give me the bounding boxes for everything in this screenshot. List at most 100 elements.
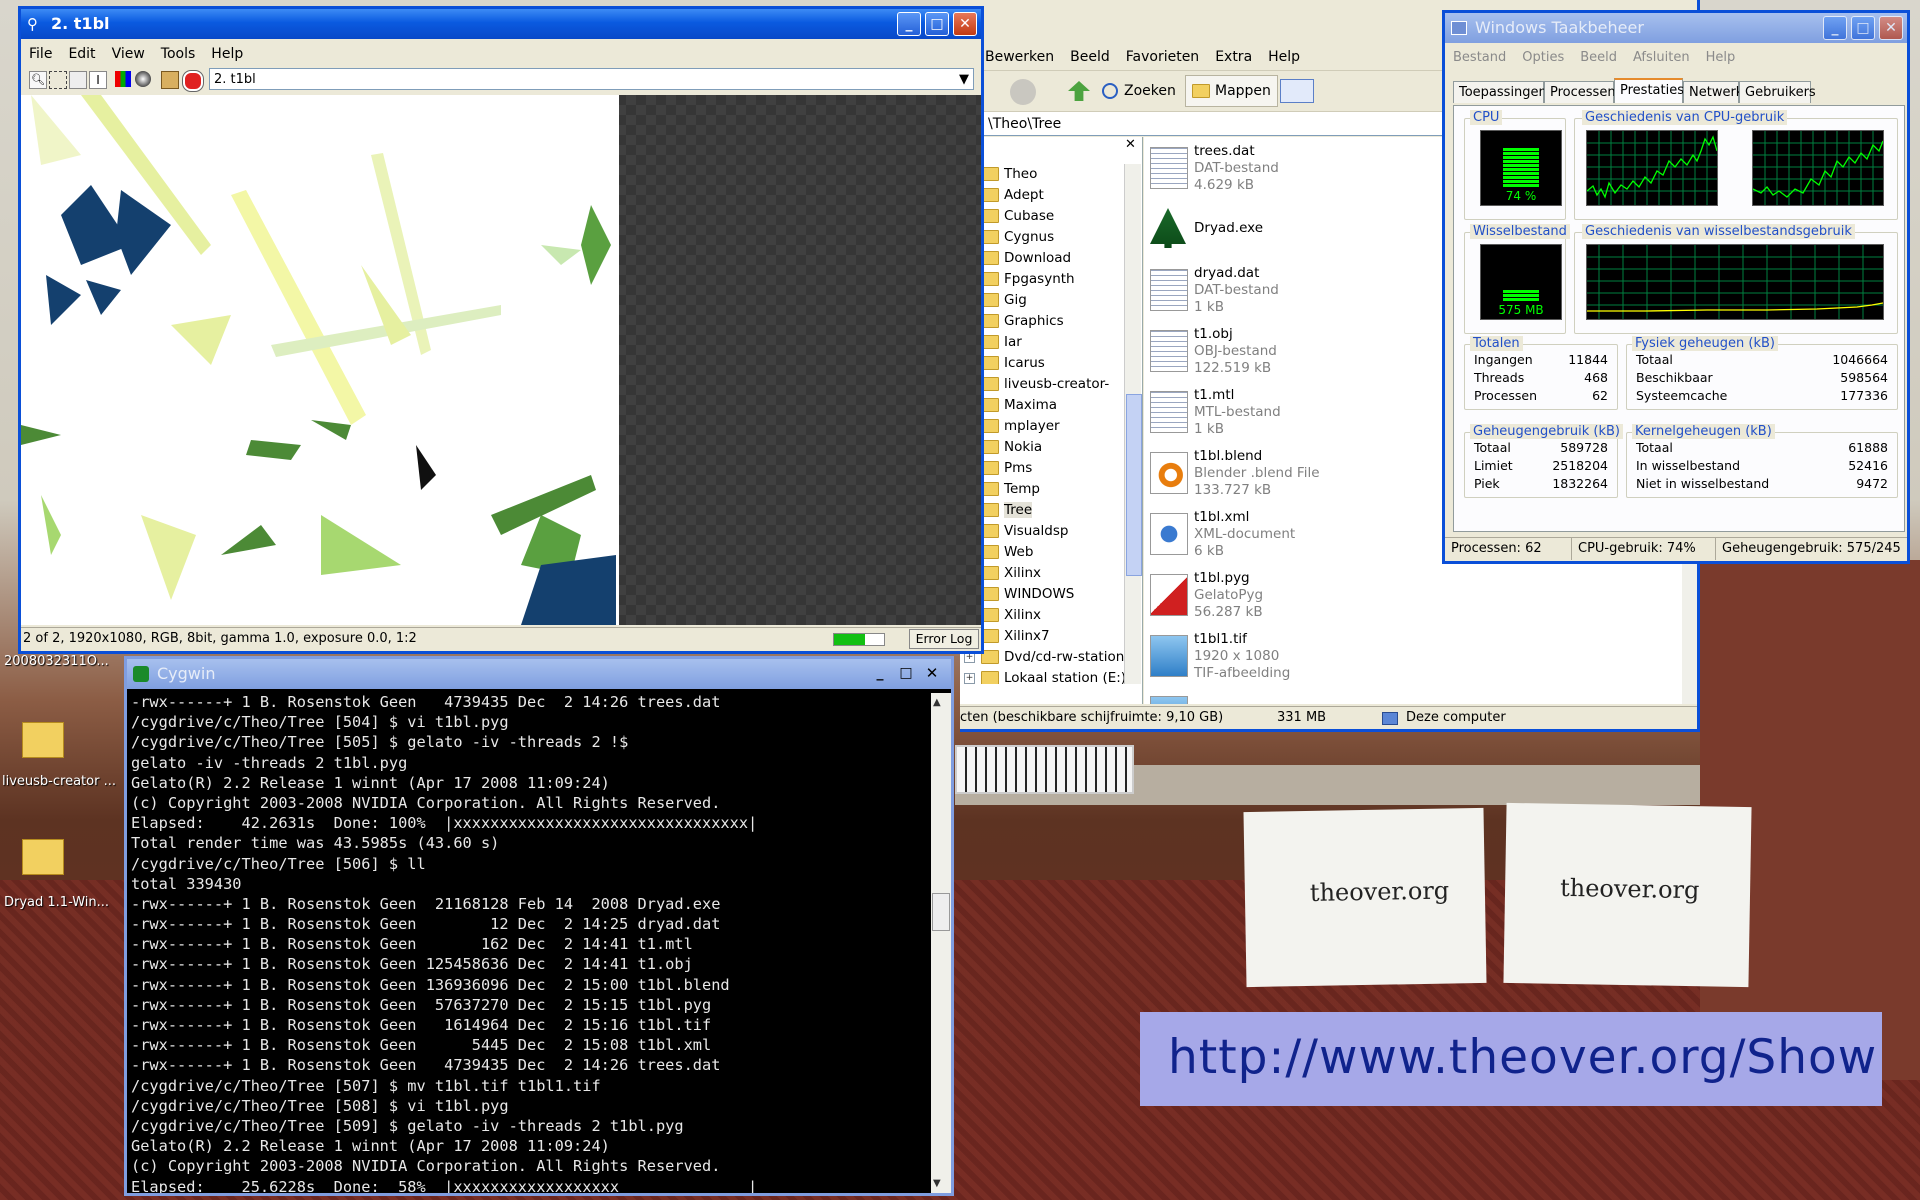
desktop-icon-label: liveusb-creator ...	[2, 774, 116, 789]
file-name: t1bl.blend	[1194, 448, 1263, 464]
search-button[interactable]: Zoeken	[1102, 77, 1176, 105]
maximize-button[interactable]: □	[925, 12, 949, 36]
file-list-item[interactable]: t1.mtl MTL-bestand 1 kB	[1144, 385, 1394, 437]
taskmgr-menu-bestand[interactable]: Bestand	[1445, 47, 1514, 69]
computer-icon	[1382, 712, 1398, 725]
viewer-menu-tools[interactable]: Tools	[153, 43, 204, 65]
maximize-button[interactable]: □	[895, 662, 917, 684]
folder-tree-scrollbar[interactable]	[1124, 164, 1142, 684]
file-list-item[interactable]: t1bl.tif	[1144, 690, 1394, 704]
maximize-button[interactable]: □	[1851, 16, 1875, 40]
zoom-tool-icon[interactable]: 🔍︎	[29, 71, 47, 89]
terminal-line: total 339430	[131, 874, 242, 893]
folder-tree-label: Fpgasynth	[1004, 271, 1075, 287]
explorer-menu-beeld[interactable]: Beeld	[1062, 46, 1118, 68]
stat-row: Niet in wisselbestand 9472	[1636, 476, 1888, 494]
error-log-button[interactable]: Error Log	[909, 629, 979, 649]
probe-tool-icon[interactable]: I	[89, 71, 107, 89]
folder-pane-close-icon[interactable]: ✕	[1125, 137, 1136, 152]
folder-tree-label: liveusb-creator-	[1004, 376, 1110, 392]
terminal-line: Elapsed: 25.6228s Done: 58% |xxxxxxxxxxx…	[131, 1177, 758, 1194]
cpu-meter: 74 %	[1480, 130, 1562, 206]
folder-tree-label: Download	[1004, 250, 1072, 266]
cpu-history-graph-1	[1586, 130, 1718, 206]
pagefile-history-graph	[1586, 244, 1884, 320]
viewer-menu-file[interactable]: File	[21, 43, 60, 65]
pagefile-meter-fill	[1503, 288, 1539, 301]
terminal-scrollbar[interactable]: ▲ ▼	[931, 693, 951, 1193]
forward-button[interactable]	[1010, 79, 1036, 105]
file-list-item[interactable]: t1bl.pyg GelatoPyg 56.287 kB	[1144, 568, 1394, 620]
cygwin-titlebar[interactable]: Cygwin _ □ ✕	[127, 659, 951, 689]
folder-tree-label: Dvd/cd-rw-station (D:)	[1004, 649, 1125, 665]
terminal-line: -rwx------+ 1 B. Rosenstok Geen 57637270…	[131, 995, 712, 1014]
close-button[interactable]: ✕	[921, 662, 943, 684]
viewer-statusbar: 2 of 2, 1920x1080, RGB, 8bit, gamma 1.0,…	[21, 627, 981, 650]
file-list-item[interactable]: t1.obj OBJ-bestand 122.519 kB	[1144, 324, 1394, 376]
folder-tree-item[interactable]: + Lokaal station (E:)	[960, 668, 1125, 684]
file-list-item[interactable]: dryad.dat DAT-bestand 1 kB	[1144, 263, 1394, 315]
pan-tool-icon[interactable]	[69, 71, 87, 89]
stat-row: Totaal 61888	[1636, 440, 1888, 458]
desktop-icon-dryad[interactable]: Dryad 1.1-Win...	[0, 835, 125, 915]
file-list-item[interactable]: t1bl.blend Blender .blend File 133.727 kB	[1144, 446, 1394, 498]
viewer-menu-help[interactable]: Help	[203, 43, 251, 65]
taskmgr-titlebar[interactable]: Windows Taakbeheer _ □ ✕	[1445, 13, 1907, 43]
taskmgr-menu-beeld[interactable]: Beeld	[1572, 47, 1625, 69]
folders-icon	[1192, 84, 1210, 98]
folder-tree-label: Temp	[1004, 481, 1040, 497]
minimize-button[interactable]: _	[897, 12, 921, 36]
taskmgr-menu-afsluiten[interactable]: Afsluiten	[1625, 47, 1698, 69]
taskmgr-menu-opties[interactable]: Opties	[1514, 47, 1572, 69]
rendered-image	[21, 95, 619, 625]
desktop-icon-label: 2008032311O...	[4, 654, 109, 669]
exposure-icon[interactable]	[161, 71, 179, 89]
checkerboard	[616, 95, 981, 625]
terminal-line: Gelato(R) 2.2 Release 1 winnt (Apr 17 20…	[131, 1137, 610, 1156]
chevron-down-icon: ▼	[959, 72, 969, 87]
tab-gebruikers[interactable]: Gebruikers	[1739, 81, 1816, 103]
viewer-titlebar[interactable]: ⚲ 2. t1bl _ □ ✕	[21, 9, 981, 39]
explorer-menu-help[interactable]: Help	[1260, 46, 1308, 68]
viewer-status-text: 2 of 2, 1920x1080, RGB, 8bit, gamma 1.0,…	[23, 631, 417, 646]
file-list-item[interactable]: t1bl1.tif 1920 x 1080 TIF-afbeelding	[1144, 629, 1394, 681]
cygwin-icon	[133, 666, 149, 682]
folders-button[interactable]: Mappen	[1185, 75, 1278, 107]
file-list-item[interactable]: trees.dat DAT-bestand 4.629 kB	[1144, 141, 1394, 193]
folder-tree-label: Web	[1004, 544, 1034, 560]
file-list-item[interactable]: t1bl.xml XML-document 6 kB	[1144, 507, 1394, 559]
close-button[interactable]: ✕	[1879, 16, 1903, 40]
file-size: 56.287 kB	[1194, 604, 1263, 620]
explorer-menu-extra[interactable]: Extra	[1207, 46, 1260, 68]
minimize-button[interactable]: _	[869, 662, 891, 684]
tab-toepassingen[interactable]: Toepassingen	[1453, 81, 1547, 103]
close-button[interactable]: ✕	[953, 12, 977, 36]
stat-row: Totaal 589728	[1474, 440, 1608, 458]
views-button[interactable]	[1280, 79, 1314, 103]
viewer-menu-view[interactable]: View	[104, 43, 153, 65]
stat-row: Beschikbaar 598564	[1636, 370, 1888, 388]
file-list-item[interactable]: Dryad.exe	[1144, 202, 1394, 252]
physical-memory-label: Fysiek geheugen (kB)	[1632, 336, 1778, 351]
file-type: OBJ-bestand	[1194, 343, 1277, 359]
luminance-icon[interactable]	[135, 71, 151, 87]
expand-toggle[interactable]: +	[964, 672, 975, 684]
minimize-button[interactable]: _	[1823, 16, 1847, 40]
folder-tree-item[interactable]: +Dvd/cd-rw-station (D:)	[960, 647, 1125, 668]
select-tool-icon[interactable]	[49, 71, 67, 89]
record-icon[interactable]	[183, 71, 203, 91]
desktop-icon-liveusb[interactable]: liveusb-creator ...	[0, 718, 125, 798]
explorer-menu-favorieten[interactable]: Favorieten	[1118, 46, 1207, 68]
color-channels-icon[interactable]	[115, 71, 131, 87]
tab-netwerk[interactable]: Netwerk	[1683, 81, 1743, 103]
image-selector[interactable]: 2. t1bl ▼	[209, 68, 974, 90]
terminal-output[interactable]: -rwx------+ 1 B. Rosenstok Geen 4739435 …	[131, 693, 931, 1193]
cpu-label: CPU	[1470, 110, 1503, 125]
file-size: 133.727 kB	[1194, 482, 1272, 498]
tab-prestaties[interactable]: Prestaties	[1614, 78, 1684, 103]
up-folder-icon[interactable]	[1068, 81, 1090, 101]
taskmgr-menu-help[interactable]: Help	[1698, 47, 1744, 69]
viewer-menu-edit[interactable]: Edit	[60, 43, 103, 65]
tab-processen[interactable]: Processen	[1544, 81, 1616, 103]
folder-tree-label: Cygnus	[1004, 229, 1055, 245]
